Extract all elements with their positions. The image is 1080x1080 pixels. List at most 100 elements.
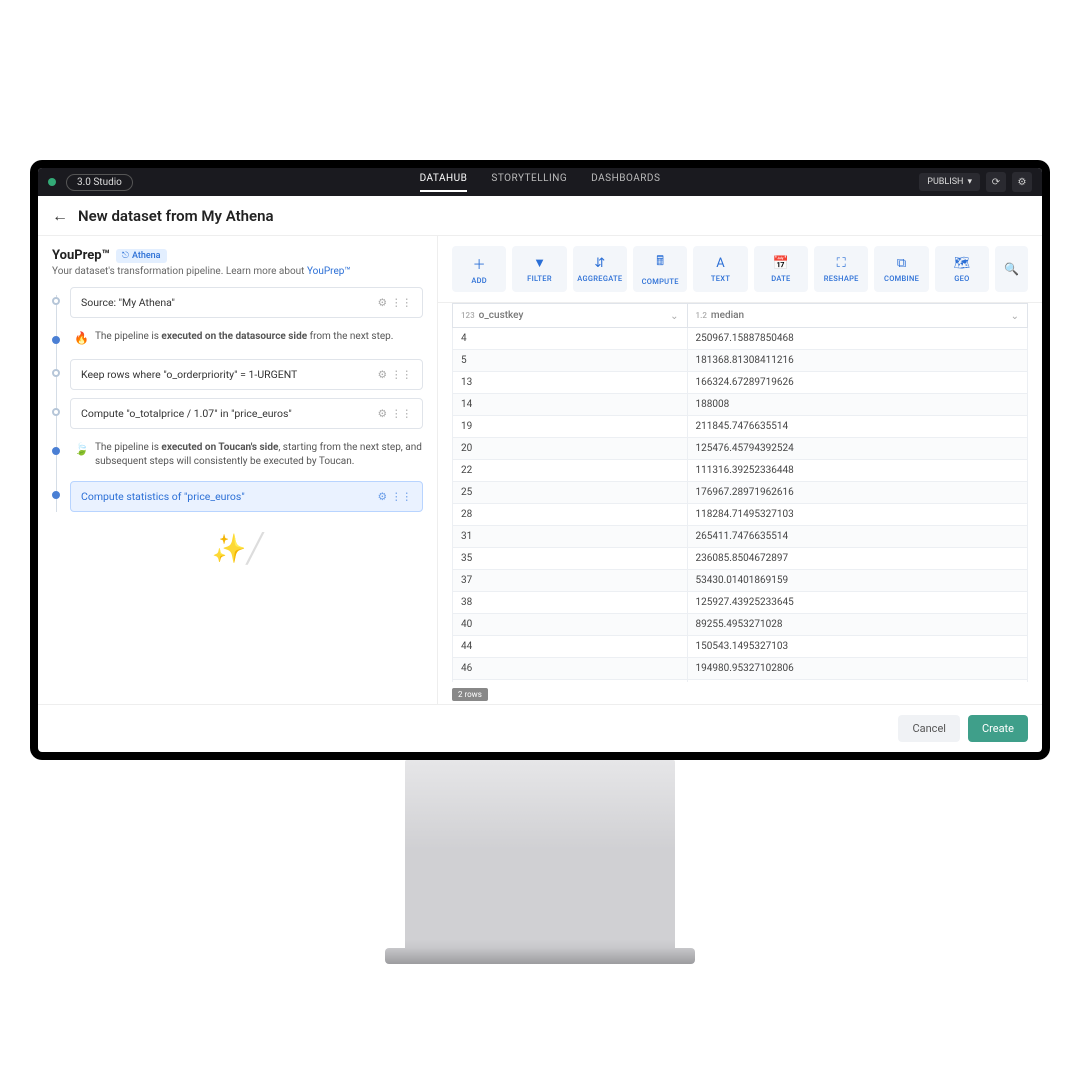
step-dot-icon (52, 336, 60, 344)
chevron-down-icon[interactable]: ⌄ (1011, 311, 1019, 322)
cell-custkey: 19 (453, 416, 688, 438)
step-compute-box[interactable]: Compute "o_totalprice / 1.07" in "price_… (70, 398, 423, 429)
youprep-link[interactable]: YouPrep™ (307, 266, 351, 277)
step-dot-icon (52, 369, 60, 377)
tool-compute[interactable]: 🖩COMPUTE (633, 246, 687, 292)
table-row[interactable]: 13166324.67289719626 (453, 372, 1028, 394)
step-compute: Compute "o_totalprice / 1.07" in "price_… (52, 398, 423, 429)
app-topbar: 3.0 Studio DATAHUB STORYTELLING DASHBOAR… (38, 168, 1042, 196)
step-filter-box[interactable]: Keep rows where "o_orderpriority" = 1-UR… (70, 359, 423, 390)
tool-combine[interactable]: ⧉COMBINE (874, 246, 928, 292)
aggregate-icon: ⇵ (594, 256, 605, 271)
page-title: New dataset from My Athena (78, 207, 274, 225)
table-row[interactable]: 31265411.7476635514 (453, 526, 1028, 548)
type-tag: 123 (461, 311, 475, 320)
drag-handle-icon[interactable]: ⋮⋮ (391, 407, 412, 420)
youprep-label: YouPrep™ (52, 248, 110, 263)
monitor-stand-base (385, 948, 695, 964)
nav-storytelling[interactable]: STORYTELLING (491, 173, 567, 192)
tool-filter[interactable]: ▼FILTER (512, 246, 566, 292)
fire-icon: 🔥 (74, 330, 89, 347)
nav-dashboards[interactable]: DASHBOARDS (591, 173, 660, 192)
table-row[interactable]: 44150543.1495327103 (453, 636, 1028, 658)
tool-add[interactable]: ＋ADD (452, 246, 506, 292)
nav-datahub[interactable]: DATAHUB (420, 173, 468, 192)
cancel-button[interactable]: Cancel (898, 715, 959, 742)
preview-panel: ＋ADD ▼FILTER ⇵AGGREGATE 🖩COMPUTE ATEXT 📅… (438, 236, 1042, 704)
table-row[interactable]: 22111316.39252336448 (453, 460, 1028, 482)
cell-custkey: 28 (453, 504, 688, 526)
table-row[interactable]: 4250967.15887850468 (453, 328, 1028, 350)
search-button[interactable]: 🔍 (995, 246, 1028, 292)
plus-icon: ＋ (473, 254, 486, 273)
pipeline-note-toucan: 🍃 The pipeline is executed on Toucan's s… (52, 437, 423, 473)
cell-median: 176967.28971962616 (687, 482, 1027, 504)
table-row[interactable]: 25176967.28971962616 (453, 482, 1028, 504)
cell-custkey: 20 (453, 438, 688, 460)
cell-custkey: 37 (453, 570, 688, 592)
drag-handle-icon[interactable]: ⋮⋮ (391, 368, 412, 381)
cell-custkey: 40 (453, 614, 688, 636)
gear-icon[interactable]: ⚙ (1012, 172, 1032, 192)
data-table-wrapper[interactable]: 123o_custkey ⌄ 1.2median ⌄ 4250967.15887… (438, 303, 1042, 682)
step-source: Source: "My Athena" ⚙ ⋮⋮ (52, 287, 423, 318)
column-header-median[interactable]: 1.2median ⌄ (687, 304, 1027, 328)
cell-median: 194980.95327102806 (687, 658, 1027, 680)
drag-handle-icon[interactable]: ⋮⋮ (391, 490, 412, 503)
table-row[interactable]: 5181368.81308411216 (453, 350, 1028, 372)
rows-count-badge: 2 rows (452, 688, 488, 701)
create-button[interactable]: Create (968, 715, 1028, 742)
table-row[interactable]: 35236085.8504672897 (453, 548, 1028, 570)
step-source-box[interactable]: Source: "My Athena" ⚙ ⋮⋮ (70, 287, 423, 318)
cell-median: 105994.8738317757 (687, 680, 1027, 683)
gear-icon[interactable]: ⚙ (378, 490, 387, 503)
table-row[interactable]: 28118284.71495327103 (453, 504, 1028, 526)
drag-handle-icon[interactable]: ⋮⋮ (391, 296, 412, 309)
table-row[interactable]: 20125476.45794392524 (453, 438, 1028, 460)
gear-icon[interactable]: ⚙ (378, 407, 387, 420)
chevron-down-icon[interactable]: ⌄ (670, 311, 678, 322)
chevron-down-icon: ▾ (967, 177, 972, 187)
funnel-icon: ▼ (533, 255, 546, 271)
data-table: 123o_custkey ⌄ 1.2median ⌄ 4250967.15887… (452, 303, 1028, 682)
type-tag: 1.2 (696, 311, 707, 320)
step-statistics-label: Compute statistics of "price_euros" (81, 490, 245, 503)
rows-count-area: 2 rows (452, 686, 1028, 700)
text-icon: A (716, 256, 724, 271)
publish-button[interactable]: PUBLISH ▾ (919, 173, 980, 191)
step-statistics-box[interactable]: Compute statistics of "price_euros" ⚙ ⋮⋮ (70, 481, 423, 512)
tool-date[interactable]: 📅DATE (754, 246, 808, 292)
tool-text[interactable]: ATEXT (693, 246, 747, 292)
leaf-icon: 🍃 (74, 441, 89, 458)
table-row[interactable]: 19211845.7476635514 (453, 416, 1028, 438)
gear-icon[interactable]: ⚙ (378, 296, 387, 309)
note-text: The pipeline is executed on Toucan's sid… (95, 441, 423, 469)
tool-geo[interactable]: 🗺GEO (935, 246, 989, 292)
table-row[interactable]: 14188008 (453, 394, 1028, 416)
cell-custkey: 35 (453, 548, 688, 570)
gear-icon[interactable]: ⚙ (378, 368, 387, 381)
back-arrow-icon[interactable]: ← (52, 206, 68, 226)
youprep-title: YouPrep™ ⎋ Athena (52, 248, 167, 263)
refresh-icon[interactable]: ⟳ (986, 172, 1006, 192)
tool-reshape[interactable]: ⛶RESHAPE (814, 246, 868, 292)
cell-median: 118284.71495327103 (687, 504, 1027, 526)
table-row[interactable]: 4089255.4953271028 (453, 614, 1028, 636)
column-header-custkey[interactable]: 123o_custkey ⌄ (453, 304, 688, 328)
cell-median: 150543.1495327103 (687, 636, 1027, 658)
table-row[interactable]: 46194980.95327102806 (453, 658, 1028, 680)
table-row[interactable]: 3753430.01401869159 (453, 570, 1028, 592)
cell-custkey: 22 (453, 460, 688, 482)
cell-custkey: 31 (453, 526, 688, 548)
cell-custkey: 13 (453, 372, 688, 394)
cell-custkey: 25 (453, 482, 688, 504)
tool-aggregate[interactable]: ⇵AGGREGATE (573, 246, 627, 292)
step-filter: Keep rows where "o_orderpriority" = 1-UR… (52, 359, 423, 390)
cell-median: 89255.4953271028 (687, 614, 1027, 636)
cell-median: 236085.8504672897 (687, 548, 1027, 570)
table-row[interactable]: 38125927.43925233645 (453, 592, 1028, 614)
table-row[interactable]: 49105994.8738317757 (453, 680, 1028, 683)
studio-badge[interactable]: 3.0 Studio (66, 174, 133, 191)
cell-custkey: 49 (453, 680, 688, 683)
step-statistics: Compute statistics of "price_euros" ⚙ ⋮⋮ (52, 481, 423, 512)
